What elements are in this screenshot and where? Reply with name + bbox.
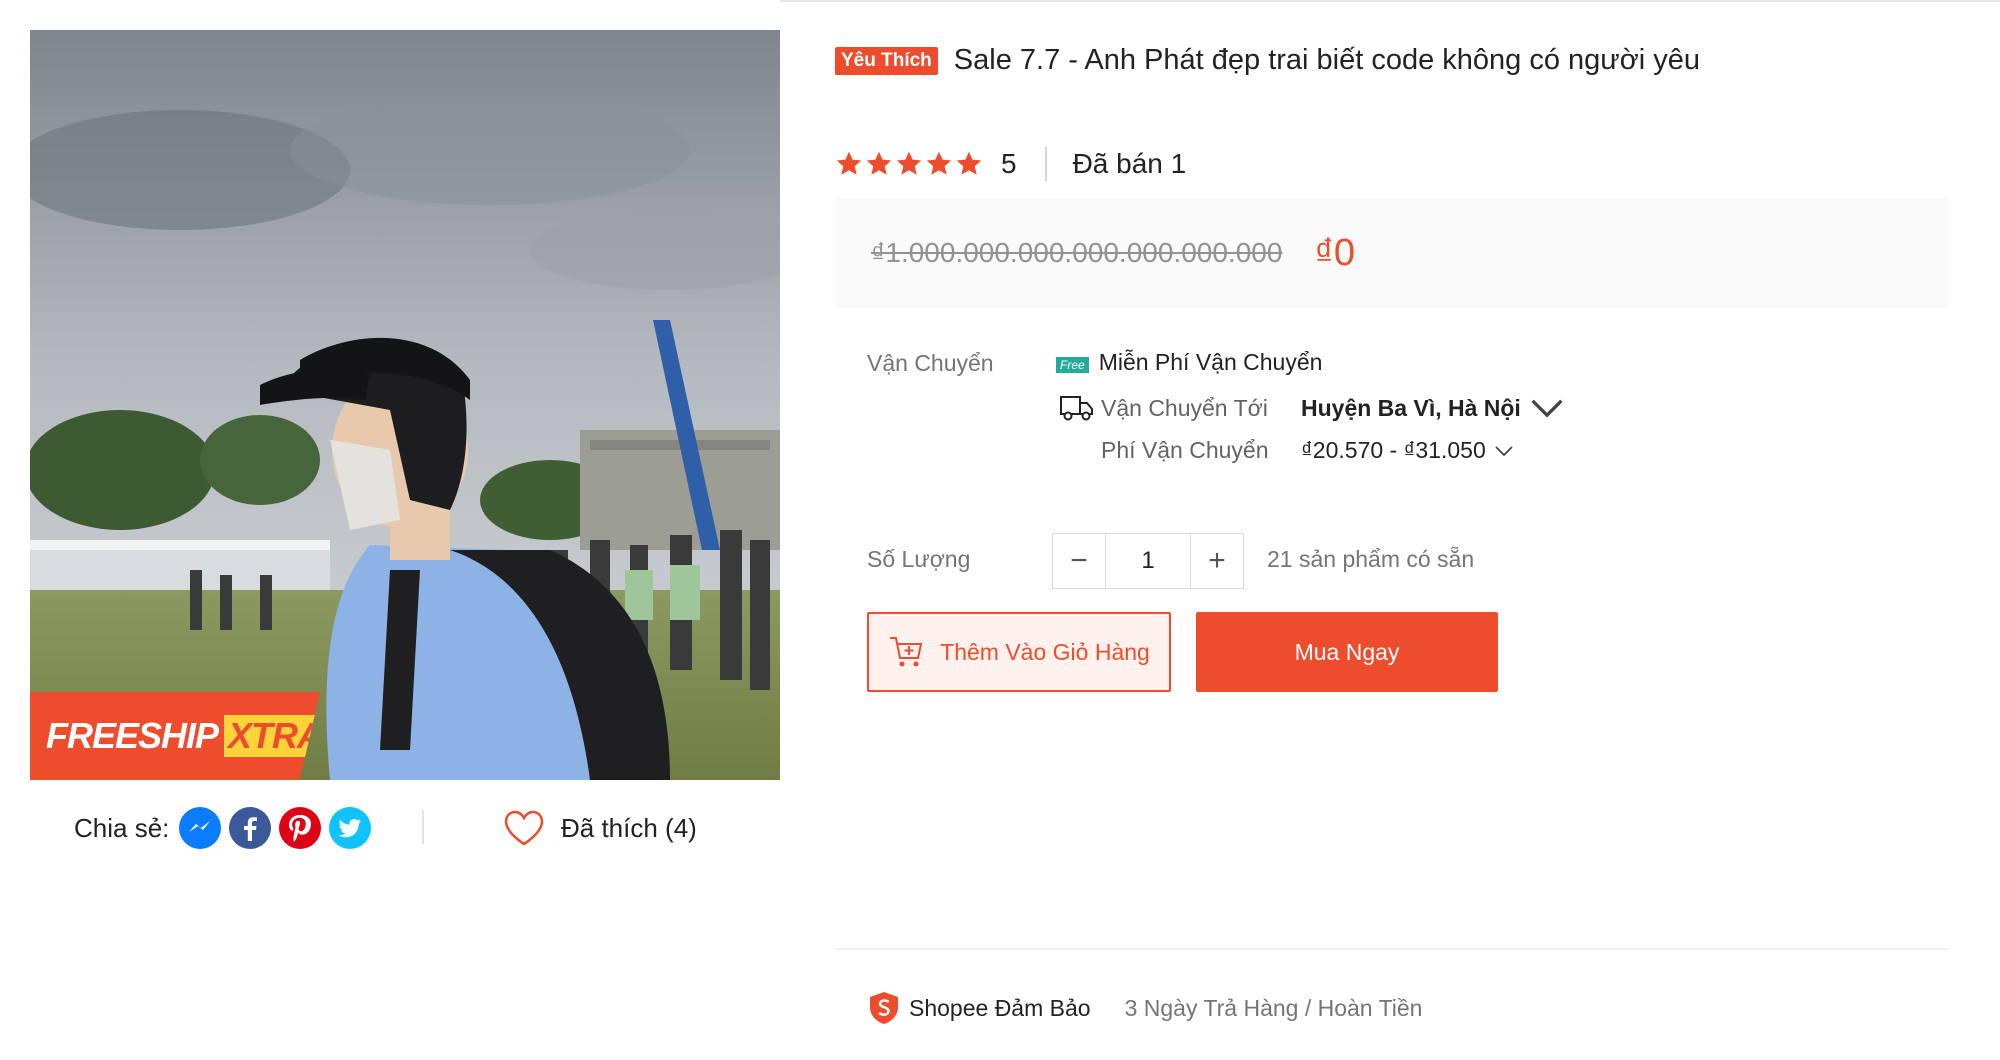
- star-icon: [956, 151, 982, 175]
- shield-icon: [870, 992, 898, 1024]
- facebook-icon[interactable]: [229, 807, 272, 849]
- increase-quantity-button[interactable]: +: [1191, 534, 1243, 588]
- decrease-quantity-button[interactable]: −: [1053, 534, 1105, 588]
- rating-divider: [1044, 147, 1047, 181]
- star-icon: [866, 151, 892, 175]
- product-title-row: Yêu Thích Sale 7.7 - Anh Phát đẹp trai b…: [835, 44, 1700, 77]
- add-to-cart-icon: [890, 637, 923, 667]
- like-label: Đã thích (4): [561, 812, 697, 843]
- star-icon: [896, 151, 922, 175]
- truck-icon: [1060, 396, 1093, 421]
- stock-available: 21 sản phẩm có sẵn: [1267, 546, 1475, 572]
- messenger-icon[interactable]: [179, 807, 222, 849]
- top-divider: [780, 0, 2000, 2]
- freeship-label: FREESHIP: [46, 715, 219, 756]
- original-price: ₫1.000.000.000.000.000.000.000: [871, 237, 1283, 268]
- guarantee-divider: [835, 948, 1949, 950]
- price-box: ₫1.000.000.000.000.000.000.000 ₫0: [835, 198, 1949, 308]
- buy-now-button[interactable]: Mua Ngay: [1196, 612, 1498, 692]
- favorite-badge: Yêu Thích: [835, 46, 938, 75]
- rating-stars[interactable]: [835, 150, 985, 178]
- chevron-down-icon[interactable]: [1494, 444, 1514, 458]
- share-row: Chia sẻ:: [74, 806, 379, 850]
- add-to-cart-button[interactable]: Thêm Vào Giỏ Hàng: [867, 612, 1171, 692]
- rating-value[interactable]: 5: [1001, 148, 1017, 180]
- shipping-fee-label: Phí Vận Chuyển: [1101, 437, 1269, 463]
- sold-count: Đã bán 1: [1072, 148, 1187, 179]
- chevron-down-icon[interactable]: [1529, 393, 1565, 423]
- shipping-destination-row[interactable]: Vận Chuyển Tới Huyện Ba Vì, Hà Nội: [1059, 393, 1571, 423]
- add-to-cart-label: Thêm Vào Giỏ Hàng: [940, 638, 1150, 665]
- freeship-xtra-badge: FREESHIP XTRA: [30, 692, 320, 780]
- quantity-stepper: − 1 +: [1052, 533, 1244, 589]
- shipping-fee-row[interactable]: Phí Vận Chuyển ₫20.570 - ₫31.050: [1101, 437, 1514, 464]
- guarantee-text: 3 Ngày Trả Hàng / Hoàn Tiền: [1124, 994, 1423, 1021]
- share-divider: [422, 810, 424, 844]
- quantity-input[interactable]: 1: [1105, 534, 1191, 588]
- twitter-icon[interactable]: [329, 807, 372, 849]
- guarantee-label: Shopee Đảm Bảo: [909, 994, 1091, 1021]
- sale-price: ₫0: [1314, 231, 1356, 274]
- product-image[interactable]: FREESHIP XTRA: [30, 30, 780, 780]
- heart-icon: [504, 810, 544, 846]
- destination-value[interactable]: Huyện Ba Vì, Hà Nội: [1301, 395, 1521, 422]
- quantity-label: Số Lượng: [867, 546, 971, 572]
- shopee-guarantee[interactable]: Shopee Đảm Bảo 3 Ngày Trả Hàng / Hoàn Ti…: [867, 990, 1422, 1026]
- free-shipping-text: Miễn Phí Vận Chuyển: [1098, 349, 1323, 375]
- pinterest-icon[interactable]: [279, 807, 322, 849]
- like-button[interactable]: Đã thích (4): [503, 806, 697, 850]
- star-icon: [926, 151, 952, 175]
- destination-label: Vận Chuyển Tới: [1101, 394, 1268, 421]
- product-title: Sale 7.7 - Anh Phát đẹp trai biết code k…: [953, 44, 1700, 76]
- product-photo: [30, 30, 780, 780]
- star-icon: [836, 151, 862, 175]
- shipping-fee-value[interactable]: ₫20.570 - ₫31.050: [1301, 437, 1486, 464]
- shipping-label: Vận Chuyển: [867, 350, 994, 376]
- share-label: Chia sẻ:: [74, 812, 170, 843]
- free-shipping-icon: Free: [1056, 356, 1089, 373]
- rating-row: 5 Đã bán 1: [835, 144, 1186, 184]
- free-shipping-row: Free Miễn Phí Vận Chuyển: [1056, 349, 1322, 376]
